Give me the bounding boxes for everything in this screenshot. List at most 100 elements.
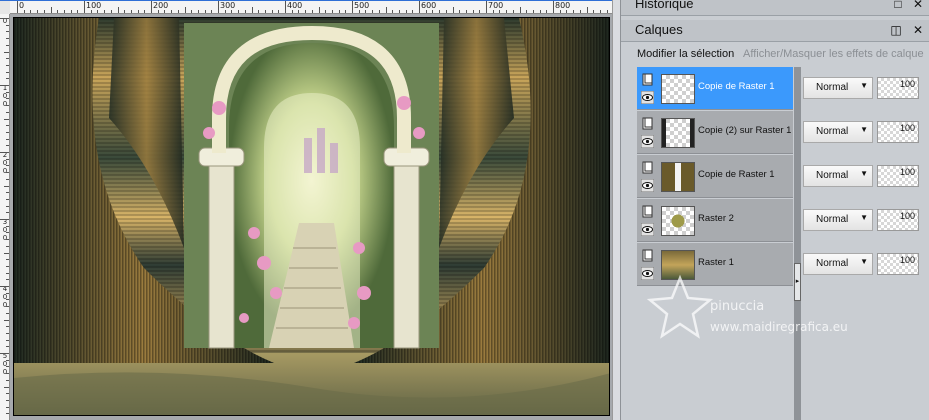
ruler-tick (472, 10, 474, 13)
ruler-tick (6, 165, 9, 167)
ruler-tick (331, 10, 333, 13)
blend-mode-dropdown[interactable]: Normal ▼ (803, 121, 873, 143)
ruler-tick (6, 105, 9, 107)
layer-row[interactable]: Copie (2) sur Raster 1 Normal ▼ 100 (637, 111, 919, 155)
ruler-tick (6, 406, 9, 408)
ruler-tick (97, 10, 99, 13)
ruler-label: 200 (153, 1, 169, 10)
ruler-tick (137, 10, 139, 13)
blend-mode-dropdown[interactable]: Normal ▼ (803, 209, 873, 231)
ruler-tick (486, 1, 487, 13)
ruler-tick (606, 10, 608, 13)
toggle-layer-effects-button[interactable]: Afficher/Masquer les effets de calque (743, 48, 924, 60)
eye-icon[interactable] (640, 90, 655, 105)
layer-row[interactable]: Raster 2 Normal ▼ 100 (637, 199, 919, 243)
image-canvas[interactable] (13, 17, 610, 416)
ruler-label: 500 (354, 1, 370, 10)
blend-mode-value: Normal (816, 170, 849, 181)
ruler-tick (157, 10, 159, 13)
ruler-tick (352, 1, 353, 13)
vertical-scrollbar[interactable] (612, 0, 620, 420)
ruler-tick (532, 10, 534, 13)
opacity-slider[interactable]: 100 (877, 209, 919, 231)
ruler-tick (6, 279, 9, 281)
ruler-tick (6, 259, 9, 261)
ruler-tick (43, 10, 45, 13)
ruler-tick (6, 272, 9, 274)
layer-row[interactable]: Copie de Raster 1 Normal ▼ 100 (637, 67, 919, 111)
eye-icon[interactable] (640, 222, 655, 237)
history-panel-title: Historique (635, 0, 694, 11)
layer-name-cell[interactable]: Copie de Raster 1 (637, 155, 793, 198)
watermark: pinuccia www.maidiregrafica.eu (646, 274, 848, 339)
opacity-slider[interactable]: 100 (877, 77, 919, 99)
edit-selection-button[interactable]: Modifier la sélection (637, 48, 734, 60)
ruler-tick (6, 366, 9, 368)
layers-splitter[interactable]: ▸ (794, 67, 801, 420)
ruler-tick (6, 332, 9, 334)
ruler-tick (599, 10, 601, 13)
ruler-tick (6, 399, 9, 401)
ruler-tick (6, 38, 9, 40)
panel-close-icon[interactable]: ✕ (911, 23, 925, 37)
opacity-slider[interactable]: 100 (877, 121, 919, 143)
layers-panel-title: Calques (635, 22, 683, 37)
blend-mode-dropdown[interactable]: Normal ▼ (803, 165, 873, 187)
ruler-label: 0 (19, 1, 25, 10)
ruler-tick (6, 339, 9, 341)
panel-close-icon[interactable]: ✕ (911, 0, 925, 11)
history-panel-header[interactable]: Historique □ ✕ (621, 0, 929, 16)
dropdown-caret-icon: ▼ (860, 213, 868, 222)
panel-menu-icon[interactable]: □ (891, 0, 905, 11)
ruler-tick (6, 393, 9, 395)
layer-name-cell[interactable]: Copie de Raster 1 (637, 67, 793, 110)
ruler-tick (6, 245, 9, 247)
layer-name-cell[interactable]: Copie (2) sur Raster 1 (637, 111, 793, 154)
ruler-tick (6, 312, 9, 314)
layer-icon (641, 249, 654, 262)
opacity-slider[interactable]: 100 (877, 165, 919, 187)
ruler-tick (6, 225, 9, 227)
layer-row[interactable]: Copie de Raster 1 Normal ▼ 100 (637, 155, 919, 199)
layer-name: Copie (2) sur Raster 1 (698, 125, 792, 136)
ruler-tick (325, 10, 327, 13)
eye-icon[interactable] (640, 134, 655, 149)
opacity-value: 100 (899, 79, 915, 89)
ruler-tick (405, 10, 407, 13)
layer-name-cell[interactable]: Raster 2 (637, 199, 793, 242)
ruler-label: 100 (86, 1, 102, 10)
opacity-value: 100 (899, 123, 915, 133)
ruler-tick (144, 10, 146, 13)
dropdown-caret-icon: ▼ (860, 169, 868, 178)
ruler-tick (432, 10, 434, 13)
ruler-tick (171, 10, 173, 13)
ruler-tick (151, 1, 152, 13)
panel-menu-icon[interactable]: ◫ (889, 23, 903, 37)
layer-thumbnail (661, 206, 695, 236)
ruler-tick (204, 10, 206, 13)
ruler-tick (479, 10, 481, 13)
layer-controls: Normal ▼ 100 (801, 199, 919, 242)
layer-name: Raster 1 (698, 257, 734, 268)
eye-icon[interactable] (640, 178, 655, 193)
ruler-tick (164, 10, 166, 13)
ruler-tick (244, 10, 246, 13)
blend-mode-value: Normal (816, 82, 849, 93)
layers-panel-header[interactable]: Calques ◫ ✕ (621, 20, 929, 42)
ruler-tick (6, 158, 9, 160)
blend-mode-dropdown[interactable]: Normal ▼ (803, 77, 873, 99)
ruler-tick (264, 10, 266, 13)
layer-controls: Normal ▼ 100 (801, 155, 919, 198)
opacity-slider[interactable]: 100 (877, 253, 919, 275)
ruler-tick (6, 346, 9, 348)
watermark-name: pinuccia (710, 299, 764, 314)
layer-icon (641, 73, 654, 86)
ruler-tick (0, 85, 9, 86)
canvas-area[interactable]: 0 100 200 300 400 500 600 700 800 01002003004005… (0, 0, 620, 420)
ruler-tick (6, 178, 9, 180)
opacity-value: 100 (899, 167, 915, 177)
ruler-tick (579, 10, 581, 13)
ruler-tick (0, 219, 9, 220)
ruler-tick (30, 10, 32, 13)
ruler-tick (465, 10, 467, 13)
